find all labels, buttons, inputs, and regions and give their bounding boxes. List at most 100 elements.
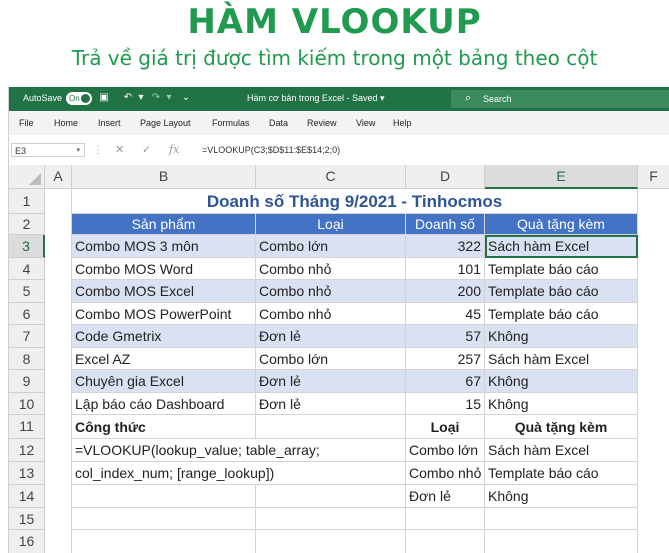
undo-icon[interactable]: ↶ <box>121 91 135 105</box>
tab-file[interactable]: File <box>19 118 34 128</box>
row-header-16[interactable]: 16 <box>9 530 45 553</box>
sales-cell[interactable]: 67 <box>406 370 485 393</box>
tab-home[interactable]: Home <box>54 118 78 128</box>
row-header-8[interactable]: 8 <box>9 348 45 370</box>
lookup-gift-cell[interactable]: Sách hàm Excel <box>485 439 638 462</box>
empty-cell[interactable] <box>406 508 485 530</box>
column-a-cells[interactable] <box>45 189 72 553</box>
redo-dropdown-icon[interactable]: ▾ <box>162 91 176 105</box>
header-sales[interactable]: Doanh số <box>406 214 485 235</box>
column-header-b[interactable]: B <box>72 165 256 189</box>
empty-cell[interactable] <box>72 508 256 530</box>
empty-cell[interactable] <box>72 530 256 553</box>
row-header-12[interactable]: 12 <box>9 439 45 462</box>
lookup-header-type[interactable]: Loại <box>406 415 485 439</box>
type-cell[interactable]: Đơn lẻ <box>256 393 406 415</box>
formula-label[interactable]: Công thức <box>72 415 256 439</box>
row-header-3[interactable]: 3 <box>9 235 45 258</box>
empty-cell[interactable] <box>256 485 406 508</box>
type-cell[interactable]: Combo nhỏ <box>256 280 406 303</box>
product-cell[interactable]: Chuyên gia Excel <box>72 370 256 393</box>
gift-cell[interactable]: Không <box>485 370 638 393</box>
lookup-type-cell[interactable]: Combo nhỏ <box>406 462 485 485</box>
tab-help[interactable]: Help <box>393 118 412 128</box>
sales-cell[interactable]: 15 <box>406 393 485 415</box>
column-header-e[interactable]: E <box>485 165 638 189</box>
sales-cell[interactable]: 101 <box>406 258 485 280</box>
sheet-title[interactable]: Doanh số Tháng 9/2021 - Tinhocmos <box>72 189 638 214</box>
row-header-6[interactable]: 6 <box>9 303 45 325</box>
gift-cell-active[interactable]: Sách hàm Excel <box>485 235 638 258</box>
type-cell[interactable]: Combo nhỏ <box>256 303 406 325</box>
product-cell[interactable]: Combo MOS Word <box>72 258 256 280</box>
empty-cell[interactable] <box>485 508 638 530</box>
empty-cell[interactable] <box>256 508 406 530</box>
tab-view[interactable]: View <box>356 118 375 128</box>
row-header-5[interactable]: 5 <box>9 280 45 303</box>
lookup-type-cell[interactable]: Đơn lẻ <box>406 485 485 508</box>
sales-cell[interactable]: 257 <box>406 348 485 370</box>
tab-review[interactable]: Review <box>307 118 337 128</box>
empty-cell[interactable] <box>485 530 638 553</box>
empty-cell[interactable] <box>72 485 256 508</box>
enter-icon[interactable]: ✓ <box>142 143 151 156</box>
sales-cell[interactable]: 200 <box>406 280 485 303</box>
column-f-cells[interactable] <box>638 189 669 553</box>
search-box[interactable]: ⌕ Search <box>451 90 669 108</box>
empty-cell[interactable] <box>406 530 485 553</box>
header-product[interactable]: Sản phẩm <box>72 214 256 235</box>
sales-cell[interactable]: 57 <box>406 325 485 348</box>
product-cell[interactable]: Excel AZ <box>72 348 256 370</box>
redo-icon[interactable]: ↷ <box>149 91 163 105</box>
row-header-1[interactable]: 1 <box>9 189 45 214</box>
cancel-icon[interactable]: ✕ <box>115 143 124 156</box>
formula-input[interactable]: =VLOOKUP(C3;$D$11:$E$14;2;0) <box>202 145 340 155</box>
row-header-13[interactable]: 13 <box>9 462 45 485</box>
lookup-gift-cell[interactable]: Template báo cáo <box>485 462 638 485</box>
header-gift[interactable]: Quà tặng kèm <box>485 214 638 235</box>
tab-page-layout[interactable]: Page Layout <box>140 118 191 128</box>
gift-cell[interactable]: Template báo cáo <box>485 303 638 325</box>
product-cell[interactable]: Code Gmetrix <box>72 325 256 348</box>
sales-cell[interactable]: 322 <box>406 235 485 258</box>
row-header-2[interactable]: 2 <box>9 214 45 235</box>
product-cell[interactable]: Combo MOS 3 môn <box>72 235 256 258</box>
select-all-corner[interactable] <box>9 165 45 189</box>
row-header-15[interactable]: 15 <box>9 508 45 530</box>
tab-insert[interactable]: Insert <box>98 118 121 128</box>
row-header-10[interactable]: 10 <box>9 393 45 415</box>
column-header-f[interactable]: F <box>638 165 669 189</box>
header-type[interactable]: Loại <box>256 214 406 235</box>
gift-cell[interactable]: Không <box>485 393 638 415</box>
type-cell[interactable]: Đơn lẻ <box>256 370 406 393</box>
undo-dropdown-icon[interactable]: ▾ <box>134 91 148 105</box>
lookup-type-cell[interactable]: Combo lớn <box>406 439 485 462</box>
tab-formulas[interactable]: Formulas <box>212 118 250 128</box>
document-title[interactable]: Hàm cơ bản trong Excel - Saved ▾ <box>247 93 384 104</box>
product-cell[interactable]: Combo MOS Excel <box>72 280 256 303</box>
row-header-11[interactable]: 11 <box>9 415 45 439</box>
formula-syntax-line1[interactable]: =VLOOKUP(lookup_value; table_array; <box>72 439 406 462</box>
name-box[interactable]: E3 ▾ <box>11 143 85 157</box>
type-cell[interactable]: Đơn lẻ <box>256 325 406 348</box>
name-box-dropdown-icon[interactable]: ▾ <box>76 144 80 158</box>
column-header-a[interactable]: A <box>45 165 72 189</box>
gift-cell[interactable]: Template báo cáo <box>485 258 638 280</box>
gift-cell[interactable]: Không <box>485 325 638 348</box>
lookup-header-gift[interactable]: Quà tặng kèm <box>485 415 638 439</box>
product-cell[interactable]: Lập báo cáo Dashboard <box>72 393 256 415</box>
column-header-c[interactable]: C <box>256 165 406 189</box>
row-header-7[interactable]: 7 <box>9 325 45 348</box>
type-cell[interactable]: Combo nhỏ <box>256 258 406 280</box>
tab-data[interactable]: Data <box>269 118 288 128</box>
empty-cell[interactable] <box>256 415 406 439</box>
row-header-9[interactable]: 9 <box>9 370 45 393</box>
column-header-d[interactable]: D <box>406 165 485 189</box>
row-header-4[interactable]: 4 <box>9 258 45 280</box>
row-header-14[interactable]: 14 <box>9 485 45 508</box>
customize-qat-icon[interactable]: ⌄ <box>179 91 193 105</box>
autosave-toggle[interactable]: On <box>66 92 92 105</box>
insert-function-icon[interactable]: fx <box>169 143 179 156</box>
type-cell[interactable]: Combo lớn <box>256 235 406 258</box>
product-cell[interactable]: Combo MOS PowerPoint <box>72 303 256 325</box>
